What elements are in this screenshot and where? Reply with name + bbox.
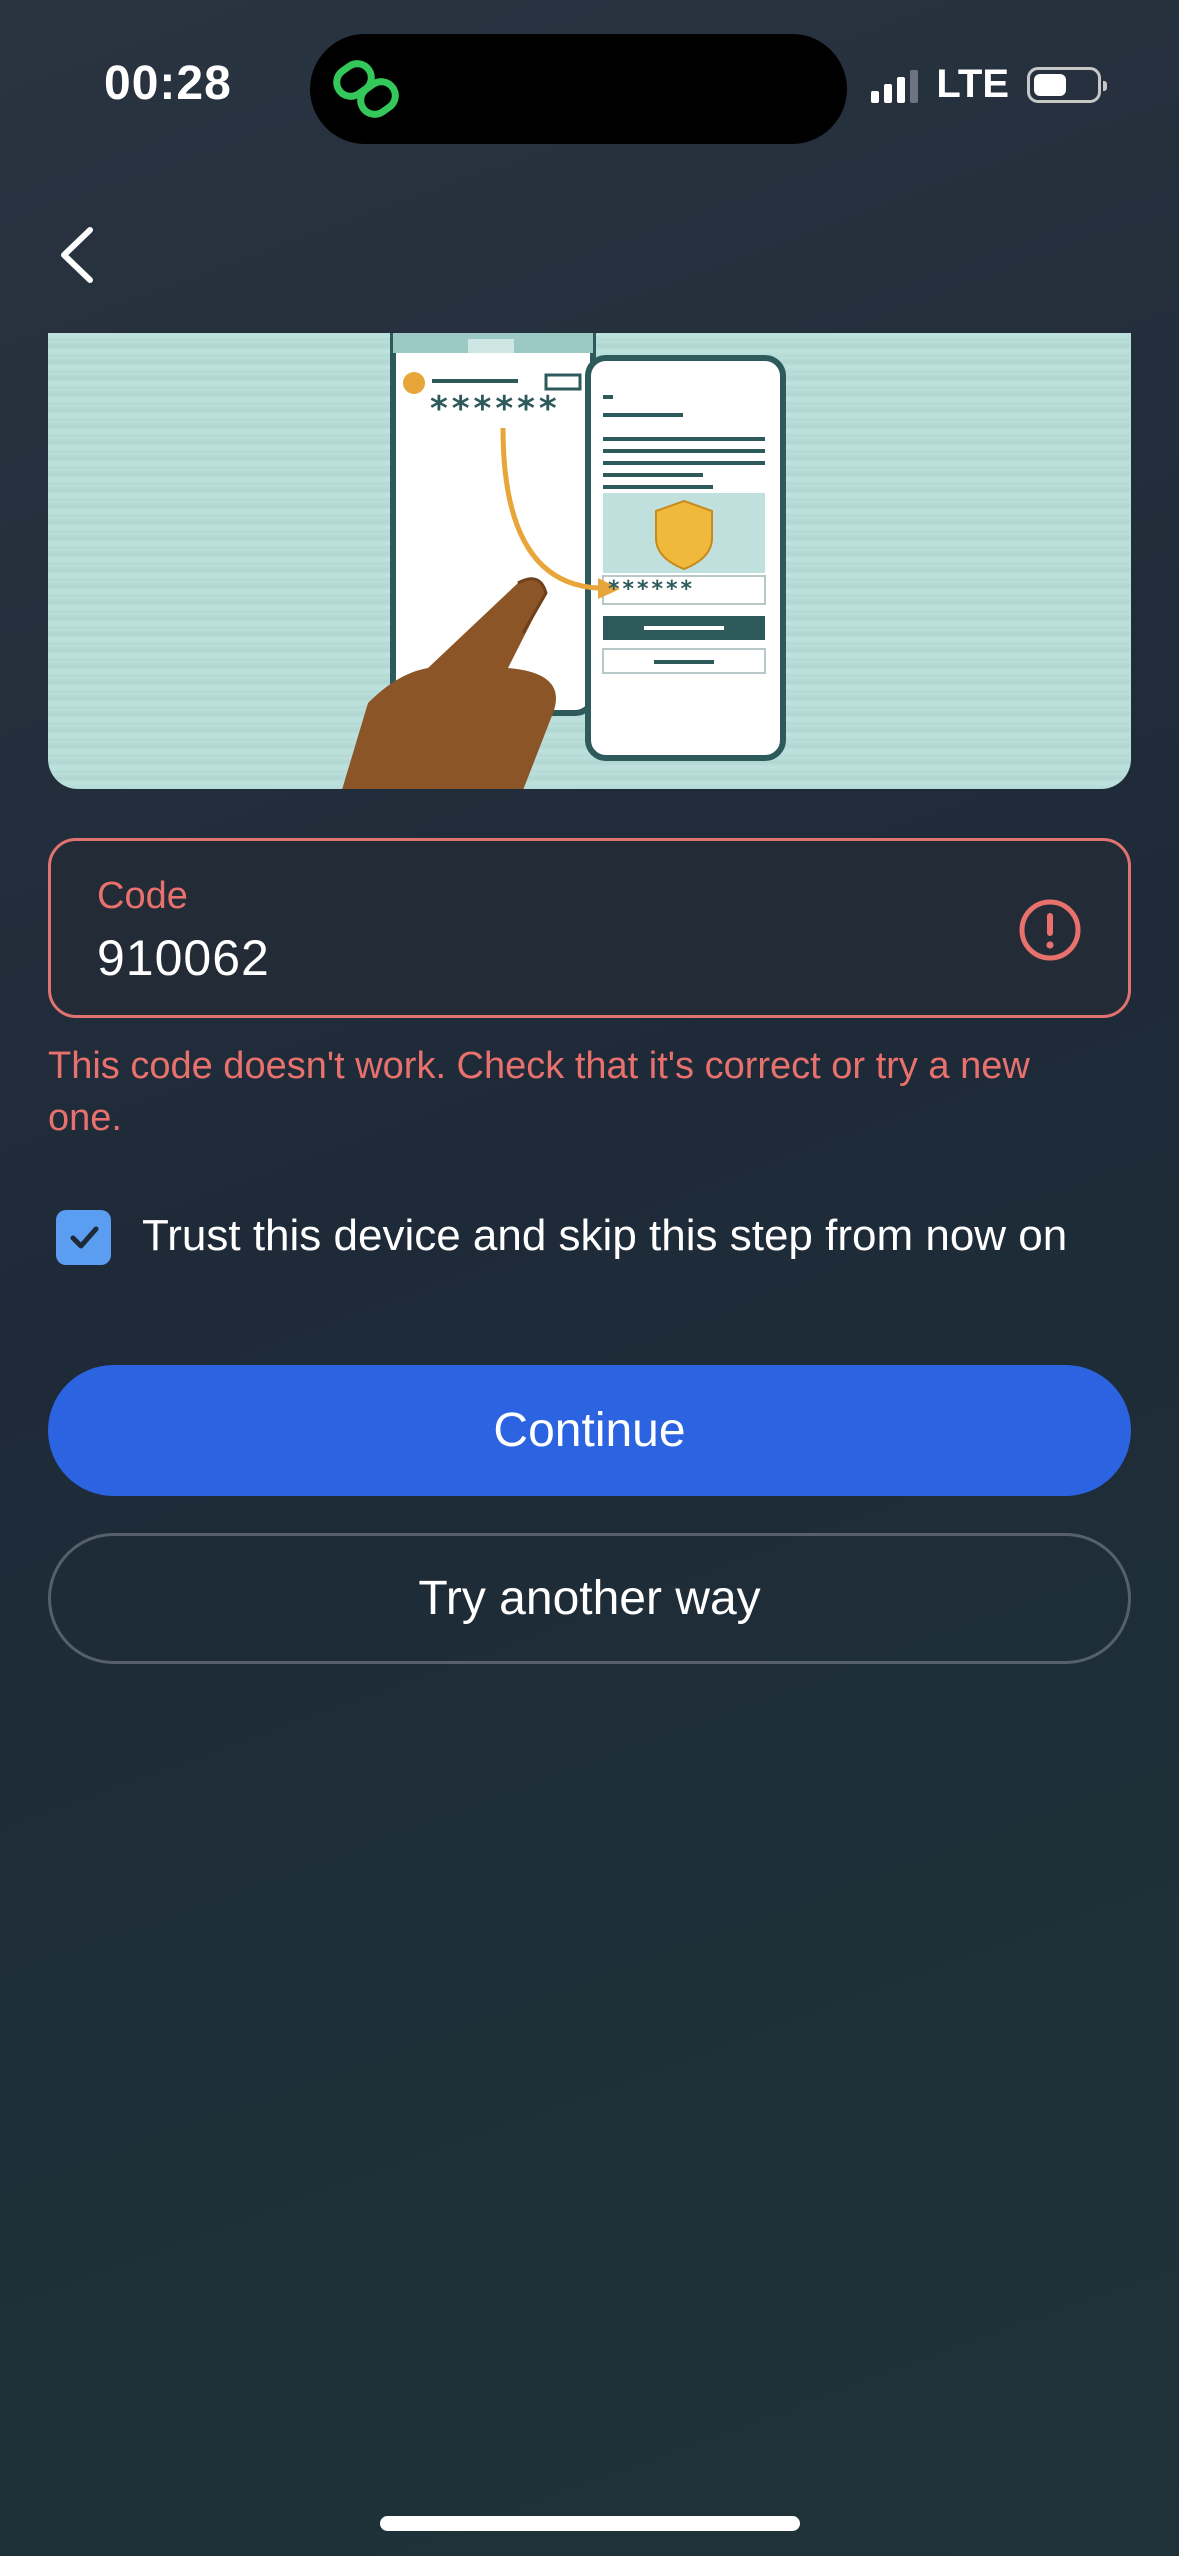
two-factor-illustration: ****** ****** xyxy=(48,333,1131,789)
trust-device-checkbox[interactable] xyxy=(56,1210,111,1265)
error-circle-icon xyxy=(1019,899,1081,961)
code-label: Code xyxy=(97,875,188,917)
battery-icon xyxy=(1027,66,1107,103)
try-another-way-button[interactable]: Try another way xyxy=(48,1533,1131,1664)
trust-device-label: Trust this device and skip this step fro… xyxy=(142,1211,1068,1260)
mask-left: ****** xyxy=(430,389,561,429)
link-activity-icon xyxy=(333,60,399,118)
home-indicator[interactable] xyxy=(380,2516,800,2531)
code-error-message: This code doesn't work. Check that it's … xyxy=(48,1045,1030,1139)
status-time: 00:28 xyxy=(104,57,232,110)
continue-button[interactable]: Continue xyxy=(48,1365,1131,1496)
status-indicators: LTE xyxy=(871,62,1107,107)
code-input[interactable]: 910062 xyxy=(97,929,270,987)
dynamic-island xyxy=(310,34,847,144)
checkmark-icon xyxy=(70,1226,98,1248)
signal-icon xyxy=(871,67,919,103)
mask-right: ****** xyxy=(608,577,696,602)
phones-illustration xyxy=(342,333,786,789)
code-input-field[interactable]: Code 910062 xyxy=(48,838,1131,1018)
network-type: LTE xyxy=(936,62,1009,106)
back-button[interactable] xyxy=(52,222,102,288)
